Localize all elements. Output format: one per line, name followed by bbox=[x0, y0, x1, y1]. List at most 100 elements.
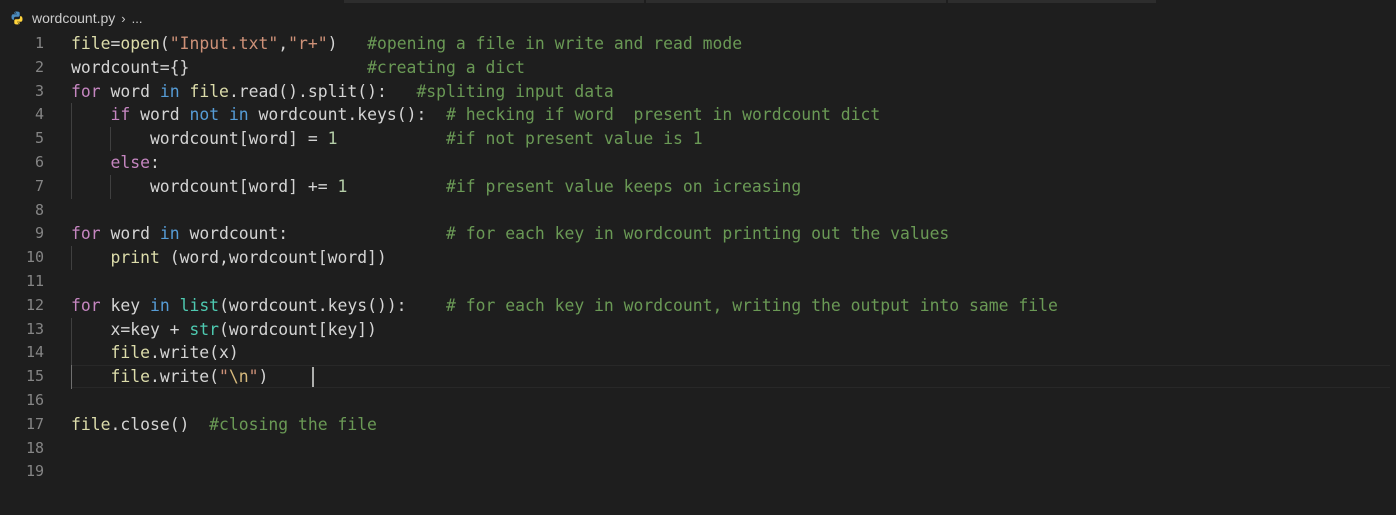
code-line[interactable]: file.write(x) bbox=[71, 341, 1396, 366]
code-token: file bbox=[71, 414, 111, 434]
breadcrumb-file-name[interactable]: wordcount.py bbox=[32, 10, 115, 26]
code-token: open bbox=[120, 34, 160, 53]
code-token: word bbox=[100, 224, 160, 244]
indent-guide bbox=[71, 341, 72, 366]
indent-guide bbox=[109, 127, 111, 151]
code-line[interactable]: print (word,wordcount[word]) bbox=[71, 246, 1396, 270]
line-number: 15 bbox=[25, 367, 44, 386]
code-token: wordcount={} bbox=[71, 57, 190, 77]
breadcrumb-more[interactable]: ... bbox=[132, 11, 143, 26]
code-line[interactable]: wordcount[word] += 1 #if present value k… bbox=[71, 174, 1396, 199]
indent-guide bbox=[71, 246, 72, 270]
code-token: file bbox=[110, 343, 150, 363]
code-line[interactable] bbox=[71, 389, 1396, 413]
line-number: 18 bbox=[25, 438, 44, 457]
line-number-gutter: 1 2 3 4 5 6 7 8 9 10 11 12 13 14 15 16 17 18 19 bbox=[0, 32, 44, 484]
code-token: print bbox=[110, 248, 160, 268]
code-token: (word,wordcount[word]) bbox=[159, 248, 387, 268]
code-token: "Input.txt" bbox=[169, 34, 279, 53]
code-line[interactable]: for word in file.read().split(): #spliti… bbox=[71, 80, 1396, 104]
tab-strip-segment bbox=[948, 0, 1156, 3]
line-number: 9 bbox=[34, 224, 44, 243]
code-token: (wordcount[key]) bbox=[219, 319, 377, 339]
code-area[interactable]: file=open("Input.txt","r+") #opening a f… bbox=[71, 32, 1396, 484]
code-token: #closing the file bbox=[209, 414, 377, 434]
tab-strip-segment bbox=[344, 0, 644, 3]
code-token: #opening a file in write and read mode bbox=[367, 34, 743, 53]
code-token: for bbox=[71, 224, 101, 244]
indent-guide bbox=[71, 174, 72, 199]
code-line[interactable] bbox=[71, 270, 1396, 294]
code-token: in bbox=[159, 224, 180, 244]
code-token: ( bbox=[159, 34, 170, 53]
indent-guide bbox=[109, 174, 111, 199]
code-token: in bbox=[228, 105, 249, 125]
code-token: for bbox=[71, 295, 101, 315]
line-number: 13 bbox=[25, 319, 44, 338]
current-line-highlight bbox=[71, 365, 1390, 389]
code-token: : bbox=[149, 152, 160, 172]
line-number: 11 bbox=[25, 271, 44, 290]
tab-strip-segment bbox=[646, 0, 946, 3]
line-number: 6 bbox=[34, 152, 44, 171]
line-number: 10 bbox=[25, 248, 44, 267]
line-number: 19 bbox=[25, 462, 44, 481]
code-line[interactable]: if word not in wordcount.keys(): # hecki… bbox=[71, 103, 1396, 128]
line-number: 3 bbox=[34, 81, 44, 100]
code-line[interactable] bbox=[71, 460, 1396, 484]
code-token: else bbox=[110, 152, 150, 172]
line-number: 2 bbox=[34, 57, 44, 76]
code-line[interactable] bbox=[71, 199, 1396, 223]
indent-guide bbox=[71, 103, 72, 128]
indent-guide bbox=[71, 150, 72, 175]
line-number: 4 bbox=[34, 105, 44, 124]
code-token: .write(x) bbox=[149, 343, 239, 363]
code-line[interactable]: file=open("Input.txt","r+") #opening a f… bbox=[71, 32, 1396, 56]
code-token: ) bbox=[327, 34, 368, 53]
code-line[interactable]: file.write("\n") bbox=[71, 365, 1396, 389]
code-line[interactable]: for word in wordcount: # for each key in… bbox=[71, 222, 1396, 246]
code-token: 1 bbox=[327, 129, 338, 149]
code-line[interactable]: file.close() #closing the file bbox=[71, 413, 1396, 437]
code-line[interactable]: wordcount[word] = 1 #if not present valu… bbox=[71, 127, 1396, 151]
code-line[interactable]: for key in list(wordcount.keys()): # for… bbox=[71, 294, 1396, 318]
code-line[interactable]: x=key + str(wordcount[key]) bbox=[71, 317, 1396, 342]
code-token: for bbox=[71, 81, 101, 101]
indent-guide bbox=[71, 365, 72, 389]
code-editor[interactable]: wordcount.py › ... 1 2 3 4 5 6 7 8 9 10 11 12 13 14 15… bbox=[0, 0, 1396, 515]
code-token: word bbox=[130, 105, 190, 125]
code-token: .close() bbox=[110, 414, 210, 434]
code-line[interactable]: wordcount={} #creating a dict bbox=[71, 56, 1396, 80]
code-token: wordcount[word] += bbox=[71, 176, 338, 196]
code-token: .read().split(): bbox=[228, 81, 417, 101]
code-token: file bbox=[189, 81, 229, 101]
line-number: 16 bbox=[25, 390, 44, 409]
code-token: # for each key in wordcount, writing the… bbox=[446, 295, 1058, 315]
code-token: , bbox=[278, 34, 289, 53]
code-token: word bbox=[100, 81, 160, 101]
chevron-right-icon: › bbox=[121, 10, 126, 26]
code-token: #spliting input data bbox=[416, 81, 614, 101]
code-line[interactable]: else: bbox=[71, 150, 1396, 175]
line-number: 5 bbox=[34, 129, 44, 148]
code-token: key bbox=[100, 295, 150, 315]
line-number: 7 bbox=[34, 176, 44, 195]
text-cursor bbox=[312, 367, 314, 388]
line-number: 1 bbox=[34, 34, 44, 52]
code-token: wordcount: bbox=[179, 224, 289, 244]
code-token: in bbox=[149, 295, 170, 315]
code-line[interactable] bbox=[71, 437, 1396, 461]
code-token: 1 bbox=[337, 176, 348, 196]
indent-guide bbox=[71, 127, 72, 151]
line-number: 14 bbox=[25, 343, 44, 362]
breadcrumb: wordcount.py › ... bbox=[10, 8, 142, 28]
code-token: wordcount.keys(): bbox=[248, 105, 447, 125]
code-token: if bbox=[110, 105, 131, 125]
